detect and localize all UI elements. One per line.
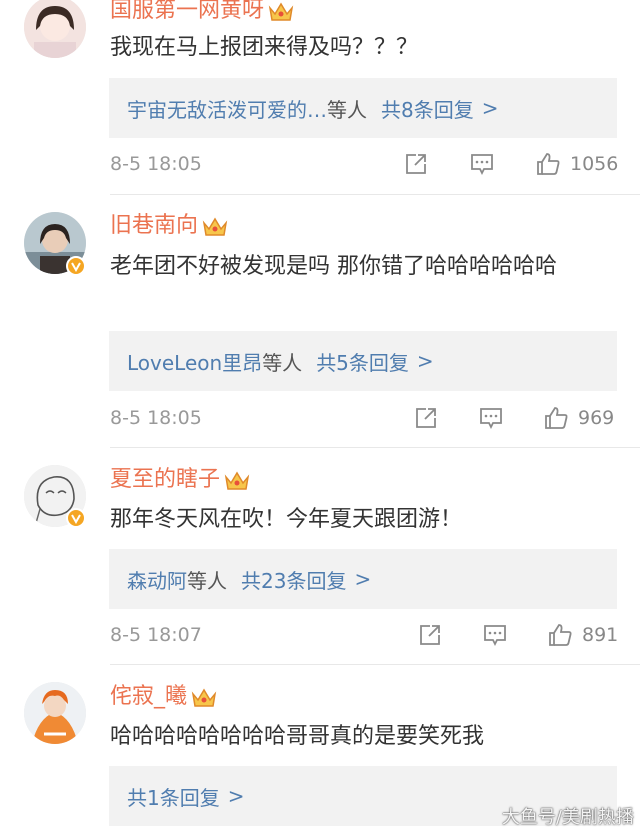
- reply-summary[interactable]: 森动阿 等人 共23条回复 >: [109, 549, 617, 609]
- reply-count[interactable]: 共5条回复: [316, 347, 409, 376]
- comment-text: 哈哈哈哈哈哈哈哈哥哥真的是要笑死我: [110, 724, 485, 749]
- reply-arrow: >: [481, 96, 499, 120]
- avatar[interactable]: [24, 682, 86, 744]
- reply-names[interactable]: LoveLeon里昂: [127, 347, 262, 376]
- comment-icon[interactable]: [483, 623, 507, 647]
- comment-icon[interactable]: [470, 152, 494, 176]
- share-icon[interactable]: [414, 406, 438, 430]
- like-count: 1056: [570, 153, 619, 175]
- crown-icon: [202, 217, 228, 236]
- reply-mid: 等人: [262, 350, 303, 375]
- divider: [110, 447, 640, 448]
- crown-icon: [224, 471, 250, 490]
- reply-arrow: >: [227, 784, 245, 808]
- share-icon[interactable]: [404, 152, 428, 176]
- like-count: 891: [582, 624, 619, 646]
- username[interactable]: 侘寂_曦: [110, 686, 187, 708]
- reply-summary[interactable]: 宇宙无敌活泼可爱的… 等人 共8条回复 >: [109, 78, 617, 138]
- share-icon[interactable]: [418, 623, 442, 647]
- watermark: 大鱼号/美剧热播: [501, 807, 634, 828]
- reply-count[interactable]: 共23条回复: [241, 565, 346, 594]
- reply-summary[interactable]: LoveLeon里昂 等人 共5条回复 >: [109, 331, 617, 391]
- reply-mid: 等人: [187, 568, 227, 593]
- verified-icon: [66, 508, 86, 528]
- avatar[interactable]: [24, 0, 86, 58]
- crown-icon: [191, 688, 217, 707]
- reply-arrow: >: [354, 567, 372, 591]
- crown-icon: [268, 2, 294, 21]
- divider: [110, 664, 640, 665]
- timestamp: 8-5 18:07: [110, 624, 202, 646]
- like-count: 969: [578, 407, 615, 429]
- reply-names[interactable]: 森动阿: [127, 565, 187, 594]
- reply-count[interactable]: 共8条回复: [381, 94, 474, 123]
- timestamp: 8-5 18:05: [110, 407, 202, 429]
- reply-names[interactable]: 宇宙无敌活泼可爱的…: [127, 94, 327, 123]
- like-icon[interactable]: [544, 406, 568, 430]
- reply-mid: 等人: [327, 97, 367, 122]
- comment-text: 那年冬天风在吹！今年夏天跟团游！: [110, 507, 463, 532]
- reply-count[interactable]: 共1条回复: [127, 782, 220, 811]
- reply-arrow: >: [416, 349, 434, 373]
- username[interactable]: 国服第一网黄呀: [110, 0, 264, 22]
- comment-text: 老年团不好被发现是吗 那你错了哈哈哈哈哈哈: [110, 254, 557, 279]
- verified-icon: [66, 256, 86, 276]
- divider: [110, 194, 640, 195]
- like-icon[interactable]: [548, 623, 572, 647]
- comment-icon[interactable]: [479, 406, 503, 430]
- timestamp: 8-5 18:05: [110, 153, 202, 175]
- username[interactable]: 夏至的瞎子: [110, 469, 220, 491]
- username[interactable]: 旧巷南向: [110, 215, 198, 237]
- comment-text: 我现在马上报团来得及吗？？？: [110, 35, 419, 60]
- like-icon[interactable]: [536, 152, 560, 176]
